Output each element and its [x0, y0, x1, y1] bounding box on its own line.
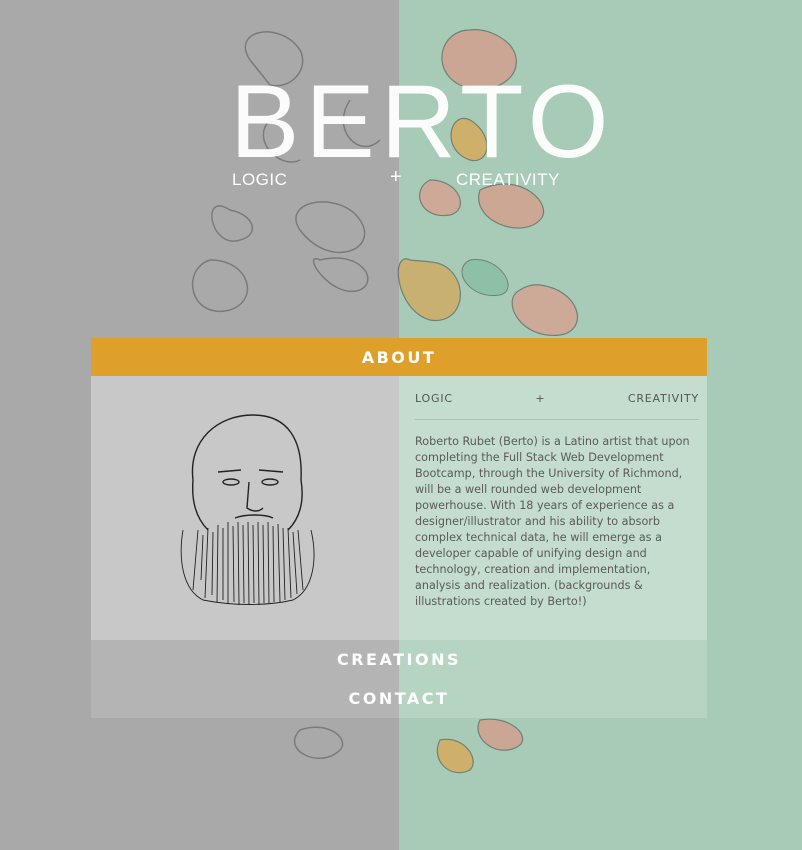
about-label: ABOUT — [361, 347, 437, 367]
about-text-area: LOGIC + CREATIVITY Roberto Rubet (Berto)… — [399, 376, 707, 640]
logo-plus: + — [390, 166, 403, 188]
nav-contact-label: CONTACT — [348, 689, 450, 708]
about-content: LOGIC + CREATIVITY Roberto Rubet (Berto)… — [91, 376, 707, 640]
logo-logic: LOGIC — [232, 170, 288, 189]
tagline-creativity: CREATIVITY — [627, 392, 699, 405]
about-section-header[interactable]: ABOUT — [91, 338, 707, 376]
logo-creativity: CREATIVITY — [456, 170, 560, 189]
portrait-illustration — [180, 414, 315, 606]
brand-logo[interactable]: BERTO LOGIC + CREATIVITY — [230, 64, 615, 200]
nav-creations-label: CREATIONS — [336, 650, 461, 669]
tagline-plus: + — [535, 392, 546, 405]
about-bio: Roberto Rubet (Berto) is a Latino artist… — [415, 435, 690, 608]
nav-contact[interactable]: CONTACT — [91, 679, 707, 718]
main-panel: ABOUT LOGIC + CREATIVITY Roberto Rubet (… — [91, 338, 707, 718]
tagline-logic: LOGIC — [415, 392, 453, 405]
about-tagline: LOGIC + CREATIVITY — [415, 392, 699, 420]
nav-creations[interactable]: CREATIONS — [91, 640, 707, 679]
logo-wordmark: BERTO — [230, 64, 615, 180]
portrait-area — [91, 376, 399, 640]
